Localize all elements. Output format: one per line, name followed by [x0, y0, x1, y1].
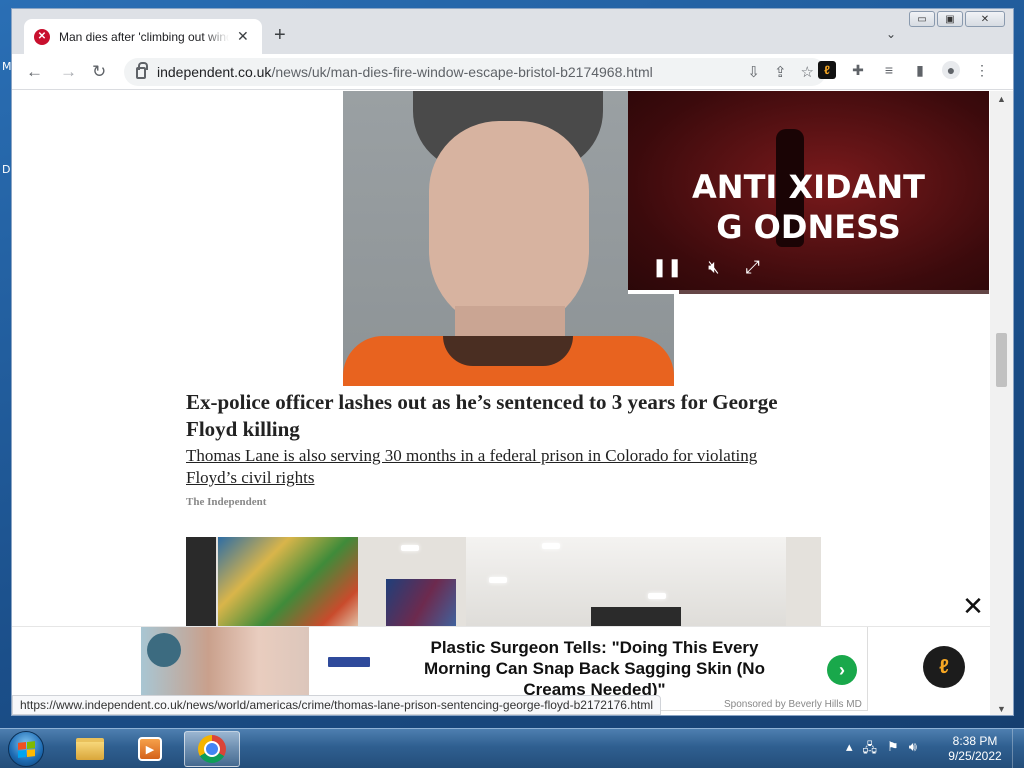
scroll-up-icon[interactable]: ▲ — [997, 94, 1006, 104]
action-center-flag-icon[interactable]: ⚑ — [887, 739, 899, 761]
honey-floating-icon[interactable]: ℓ — [923, 646, 965, 688]
article-headline[interactable]: Ex-police officer lashes out as he’s sen… — [186, 389, 826, 443]
url-domain: independent.co.uk — [157, 64, 272, 80]
side-panel-icon[interactable]: ▮ — [911, 61, 929, 79]
forward-arrow-icon[interactable]: → — [60, 62, 77, 82]
active-tab[interactable]: ✕ Man dies after 'climbing out window ✕ — [24, 19, 262, 54]
profile-avatar-icon[interactable]: ● — [942, 61, 960, 79]
install-app-icon[interactable]: ⇩ — [747, 63, 760, 81]
taskbar: ▶ ▴ 🖧︎ ⚑ 🔊︎ 8:38 PM 9/25/2022 — [0, 728, 1024, 768]
honey-extension-icon[interactable]: ℓ — [818, 61, 836, 79]
address-bar[interactable]: independent.co.uk/news/uk/man-dies-fire-… — [124, 58, 826, 86]
taskbar-explorer[interactable] — [62, 731, 118, 767]
ad-headline[interactable]: Plastic Surgeon Tells: "Doing This Every… — [407, 637, 782, 697]
tab-close-icon[interactable]: ✕ — [237, 28, 249, 45]
share-icon[interactable]: ⇪ — [774, 63, 787, 81]
desktop-letter: D — [2, 163, 11, 176]
close-window-icon[interactable]: ✕ — [965, 11, 1005, 27]
video-ad[interactable]: ANTI XIDANT G ODNESS ❚❚ 🔇︎ ⤢ — [628, 91, 989, 294]
scroll-thumb[interactable] — [996, 333, 1007, 387]
mute-icon[interactable]: 🔇︎ — [708, 257, 719, 278]
ad-image[interactable] — [141, 627, 309, 697]
status-bar-url: https://www.independent.co.uk/news/world… — [12, 695, 661, 715]
video-ad-line1: ANTI XIDANT — [692, 168, 925, 206]
pause-icon[interactable]: ❚❚ — [652, 257, 682, 278]
media-queue-icon[interactable]: ≡ — [880, 61, 898, 79]
beverly-hills-md-logo — [328, 657, 370, 667]
folder-icon — [76, 738, 104, 760]
article-photo[interactable] — [343, 91, 674, 386]
system-tray: ▴ 🖧︎ ⚑ 🔊︎ — [846, 739, 917, 761]
browser-toolbar: ← → ↻ independent.co.uk/news/uk/man-dies… — [12, 54, 1013, 90]
fullscreen-icon[interactable]: ⤢ — [746, 257, 760, 278]
video-progress-bar[interactable] — [628, 290, 989, 294]
clock-date: 9/25/2022 — [948, 749, 1002, 763]
chrome-window: ✕ Man dies after 'climbing out window ✕ … — [11, 8, 1014, 716]
extensions-puzzle-icon[interactable]: ✚ — [849, 61, 867, 79]
video-ad-text: ANTI XIDANT G ODNESS — [628, 167, 989, 247]
start-button[interactable] — [8, 731, 44, 767]
bookmark-star-icon[interactable]: ☆ — [801, 63, 814, 81]
scroll-down-icon[interactable]: ▼ — [997, 704, 1006, 714]
video-progress-fill — [628, 290, 679, 294]
taskbar-media-player[interactable]: ▶ — [122, 731, 178, 767]
independent-eagle-icon: ✕ — [34, 28, 50, 45]
article-subheadline-link[interactable]: Thomas Lane is also serving 30 months in… — [186, 445, 806, 489]
minimize-icon[interactable]: ▭ — [909, 11, 935, 27]
clock[interactable]: 8:38 PM 9/25/2022 — [935, 734, 1015, 764]
scrollbar[interactable]: ▲ ▼ — [990, 91, 1013, 715]
chevron-right-icon[interactable]: › — [827, 655, 857, 685]
reload-icon[interactable]: ↻ — [92, 62, 106, 82]
window-controls: ▭ ▣ ✕ — [909, 11, 1005, 27]
close-icon[interactable]: ✕ — [955, 588, 991, 624]
volume-icon[interactable]: 🔊︎ — [909, 739, 917, 761]
clock-time: 8:38 PM — [952, 734, 998, 748]
page-content: ANTI XIDANT G ODNESS ❚❚ 🔇︎ ⤢ Ex-police o… — [12, 91, 991, 715]
url-path: /news/uk/man-dies-fire-window-escape-bri… — [271, 64, 653, 80]
show-hidden-icons-icon[interactable]: ▴ — [846, 739, 853, 761]
new-tab-icon[interactable]: + — [274, 25, 286, 45]
taskbar-chrome[interactable] — [184, 731, 240, 767]
lock-icon[interactable] — [136, 62, 148, 79]
tab-title: Man dies after 'climbing out window — [59, 29, 229, 44]
windows-logo-icon — [17, 740, 35, 758]
tab-strip: ✕ Man dies after 'climbing out window ✕ … — [12, 9, 1013, 54]
next-article-photo[interactable] — [186, 537, 821, 637]
maximize-icon[interactable]: ▣ — [937, 11, 963, 27]
back-arrow-icon[interactable]: ← — [26, 62, 43, 82]
show-desktop-button[interactable] — [1012, 729, 1024, 768]
chrome-icon — [198, 735, 226, 763]
media-player-icon: ▶ — [138, 737, 162, 761]
menu-kebab-icon[interactable]: ⋮ — [973, 61, 991, 79]
article-source: The Independent — [186, 496, 267, 508]
video-ad-line2: G ODNESS — [716, 208, 901, 246]
network-icon[interactable]: 🖧︎ — [863, 739, 878, 761]
tab-search-chevron-icon[interactable]: ⌄ — [886, 27, 896, 41]
ad-sponsor: Sponsored by Beverly Hills MD — [724, 699, 862, 710]
